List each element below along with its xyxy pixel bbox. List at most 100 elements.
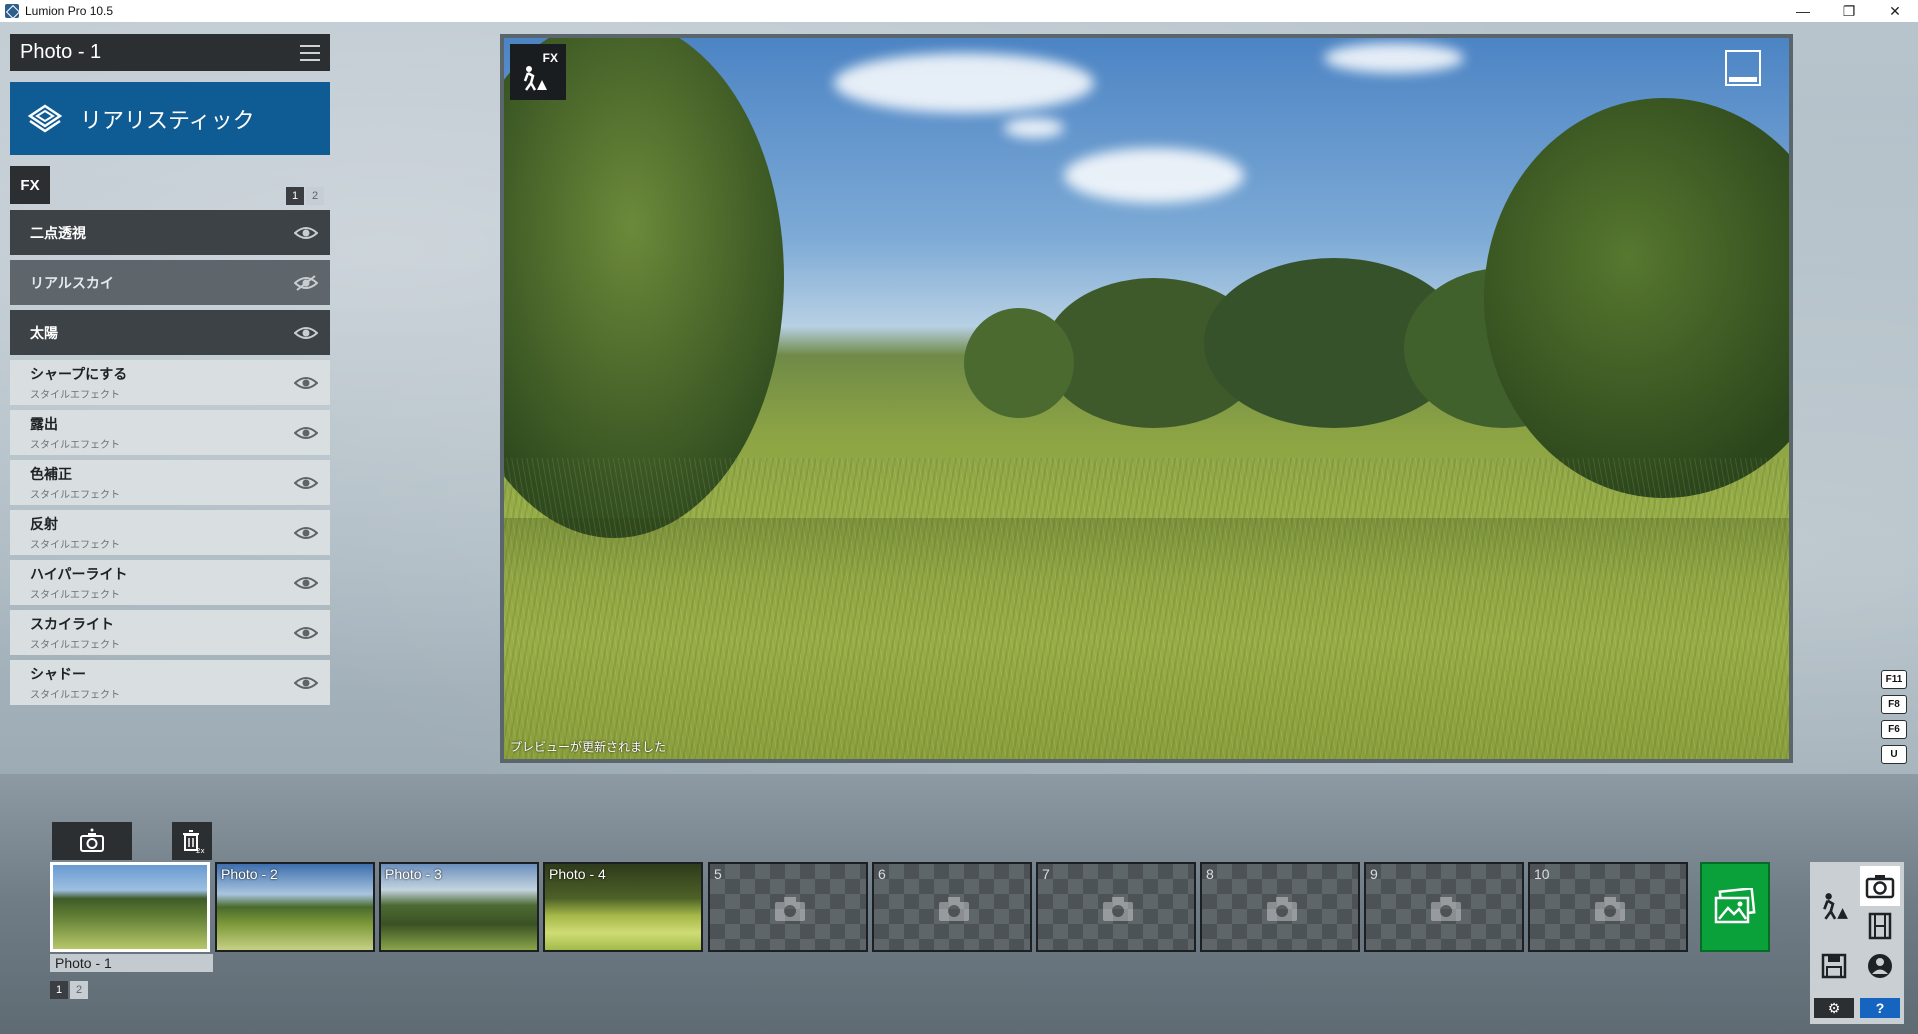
grass-field — [504, 458, 1789, 759]
thumbnail-label: Photo - 3 — [385, 866, 442, 882]
effect-item[interactable]: ハイパーライトスタイルエフェクト — [10, 560, 330, 605]
effect-item[interactable]: 露出 スタイルエフェクト — [10, 410, 330, 455]
filmstrip-page-1[interactable]: 1 — [50, 981, 68, 999]
effect-name: リアルスカイ — [30, 274, 114, 291]
cloud — [1064, 148, 1244, 203]
help-button[interactable]: ? — [1860, 998, 1900, 1018]
viewport-fx-label: FX — [542, 51, 558, 65]
effect-subtitle: スタイルエフェクト — [30, 540, 120, 551]
take-photo-button[interactable] — [52, 822, 132, 860]
filmstrip-page-2[interactable]: 2 — [70, 981, 88, 999]
photo-header: Photo - 1 — [10, 34, 330, 71]
thumbnail-label: Photo - 4 — [549, 866, 606, 882]
effect-name: スカイライト — [30, 616, 114, 632]
fx-add-button[interactable]: FX — [10, 166, 50, 204]
effect-subtitle: スタイルエフェクト — [30, 590, 120, 601]
empty-photo-slot[interactable]: 5 — [708, 862, 868, 952]
images-icon — [1714, 888, 1756, 924]
effect-name: ハイパーライト — [30, 566, 128, 582]
cloud — [1004, 118, 1064, 138]
panorama-mode-button[interactable] — [1860, 946, 1900, 986]
settings-button[interactable]: ⚙ — [1814, 998, 1854, 1018]
effect-name: シャープにする — [30, 366, 128, 382]
gear-icon: ⚙ — [1827, 999, 1841, 1016]
photo-thumbnail[interactable]: Photo - 2 — [215, 862, 375, 952]
photo-thumbnail[interactable]: Photo - 3 — [379, 862, 539, 952]
effect-item[interactable]: スカイライト スタイルエフェクト — [10, 610, 330, 655]
fx-page-2[interactable]: 2 — [306, 187, 324, 205]
empty-photo-slot[interactable]: 7 — [1036, 862, 1196, 952]
effect-item[interactable]: 反射 スタイルエフェクト — [10, 510, 330, 555]
photo-thumbnail[interactable]: Photo - 4 — [543, 862, 703, 952]
camera-icon — [1267, 897, 1297, 921]
photo-title[interactable]: Photo - 1 — [20, 41, 101, 64]
film-icon — [1868, 912, 1892, 940]
render-preview[interactable]: FX プレビューが更新されました — [504, 38, 1789, 759]
right-tree-canopy — [1484, 98, 1789, 498]
fx-page-1[interactable]: 1 — [286, 187, 304, 205]
eye-icon[interactable] — [294, 475, 318, 491]
layers-icon — [26, 100, 64, 138]
empty-photo-slot[interactable]: 8 — [1200, 862, 1360, 952]
eye-icon[interactable] — [294, 625, 318, 641]
effects-list: 二点透視 リアルスカイ 太陽 シャープにする スタイルエフェクト 露出 スタイルエフ… — [10, 210, 330, 710]
viewport-frame: FX プレビューが更新されました — [500, 34, 1793, 763]
eye-icon[interactable] — [294, 325, 318, 341]
render-button[interactable] — [1700, 862, 1770, 952]
eye-hidden-icon[interactable] — [294, 274, 318, 291]
effect-name: 太陽 — [30, 324, 58, 341]
restore-button[interactable]: ❐ — [1826, 0, 1872, 22]
title-bar: Lumion Pro 10.5 — ❐ ✕ — [0, 0, 1918, 22]
hamburger-menu-icon[interactable] — [300, 44, 320, 61]
effect-item[interactable]: リアルスカイ — [10, 260, 330, 305]
delete-multiplier: 2x — [196, 847, 205, 854]
eye-icon[interactable] — [294, 425, 318, 441]
minimize-button[interactable]: — — [1780, 0, 1826, 22]
eye-icon[interactable] — [294, 375, 318, 391]
eye-icon[interactable] — [294, 575, 318, 591]
f8-key[interactable]: F8 — [1881, 695, 1907, 714]
viewport-fullscreen-button[interactable] — [1725, 50, 1761, 86]
eye-icon[interactable] — [294, 525, 318, 541]
f6-key[interactable]: F6 — [1881, 720, 1907, 739]
lumion-app-icon — [5, 4, 19, 18]
u-key[interactable]: U — [1881, 745, 1907, 764]
empty-photo-slot[interactable]: 9 — [1364, 862, 1524, 952]
camera-icon — [775, 897, 805, 921]
window-controls: — ❐ ✕ — [1780, 0, 1918, 22]
movie-mode-button[interactable] — [1860, 906, 1900, 946]
tree — [964, 308, 1074, 418]
save-button[interactable] — [1814, 946, 1854, 986]
cloud — [1324, 43, 1464, 73]
build-mode-button[interactable] — [1814, 886, 1854, 926]
delete-photo-button[interactable]: 2x — [172, 822, 212, 860]
effect-subtitle: スタイルエフェクト — [30, 490, 120, 501]
camera-icon — [1431, 897, 1461, 921]
style-banner[interactable]: リアリスティック — [10, 82, 330, 155]
effect-subtitle: スタイルエフェクト — [30, 690, 120, 701]
viewport-fx-badge[interactable]: FX — [510, 44, 566, 100]
eye-icon[interactable] — [294, 225, 318, 241]
close-button[interactable]: ✕ — [1872, 0, 1918, 22]
camera-icon — [939, 897, 969, 921]
slot-number: 8 — [1206, 866, 1214, 882]
effect-item[interactable]: 色補正スタイルエフェクト — [10, 460, 330, 505]
effect-item[interactable]: シャドー スタイルエフェクト — [10, 660, 330, 705]
empty-photo-slot[interactable]: 10 — [1528, 862, 1688, 952]
floppy-disk-icon — [1821, 953, 1847, 979]
slot-number: 5 — [714, 866, 722, 882]
photo-thumbnail[interactable] — [50, 862, 210, 952]
effect-item[interactable]: 二点透視 — [10, 210, 330, 255]
empty-photo-slot[interactable]: 6 — [872, 862, 1032, 952]
camera-icon — [80, 828, 104, 852]
photo-mode-button[interactable] — [1860, 866, 1900, 906]
slot-number: 9 — [1370, 866, 1378, 882]
mode-panel: ⚙ ? — [1810, 862, 1904, 1024]
f11-key[interactable]: F11 — [1881, 670, 1907, 689]
slot-number: 7 — [1042, 866, 1050, 882]
effect-item[interactable]: 太陽 — [10, 310, 330, 355]
effect-name: 色補正 — [30, 466, 72, 482]
thumbnail-label: Photo - 2 — [221, 866, 278, 882]
eye-icon[interactable] — [294, 675, 318, 691]
effect-item[interactable]: シャープにする スタイルエフェクト — [10, 360, 330, 405]
